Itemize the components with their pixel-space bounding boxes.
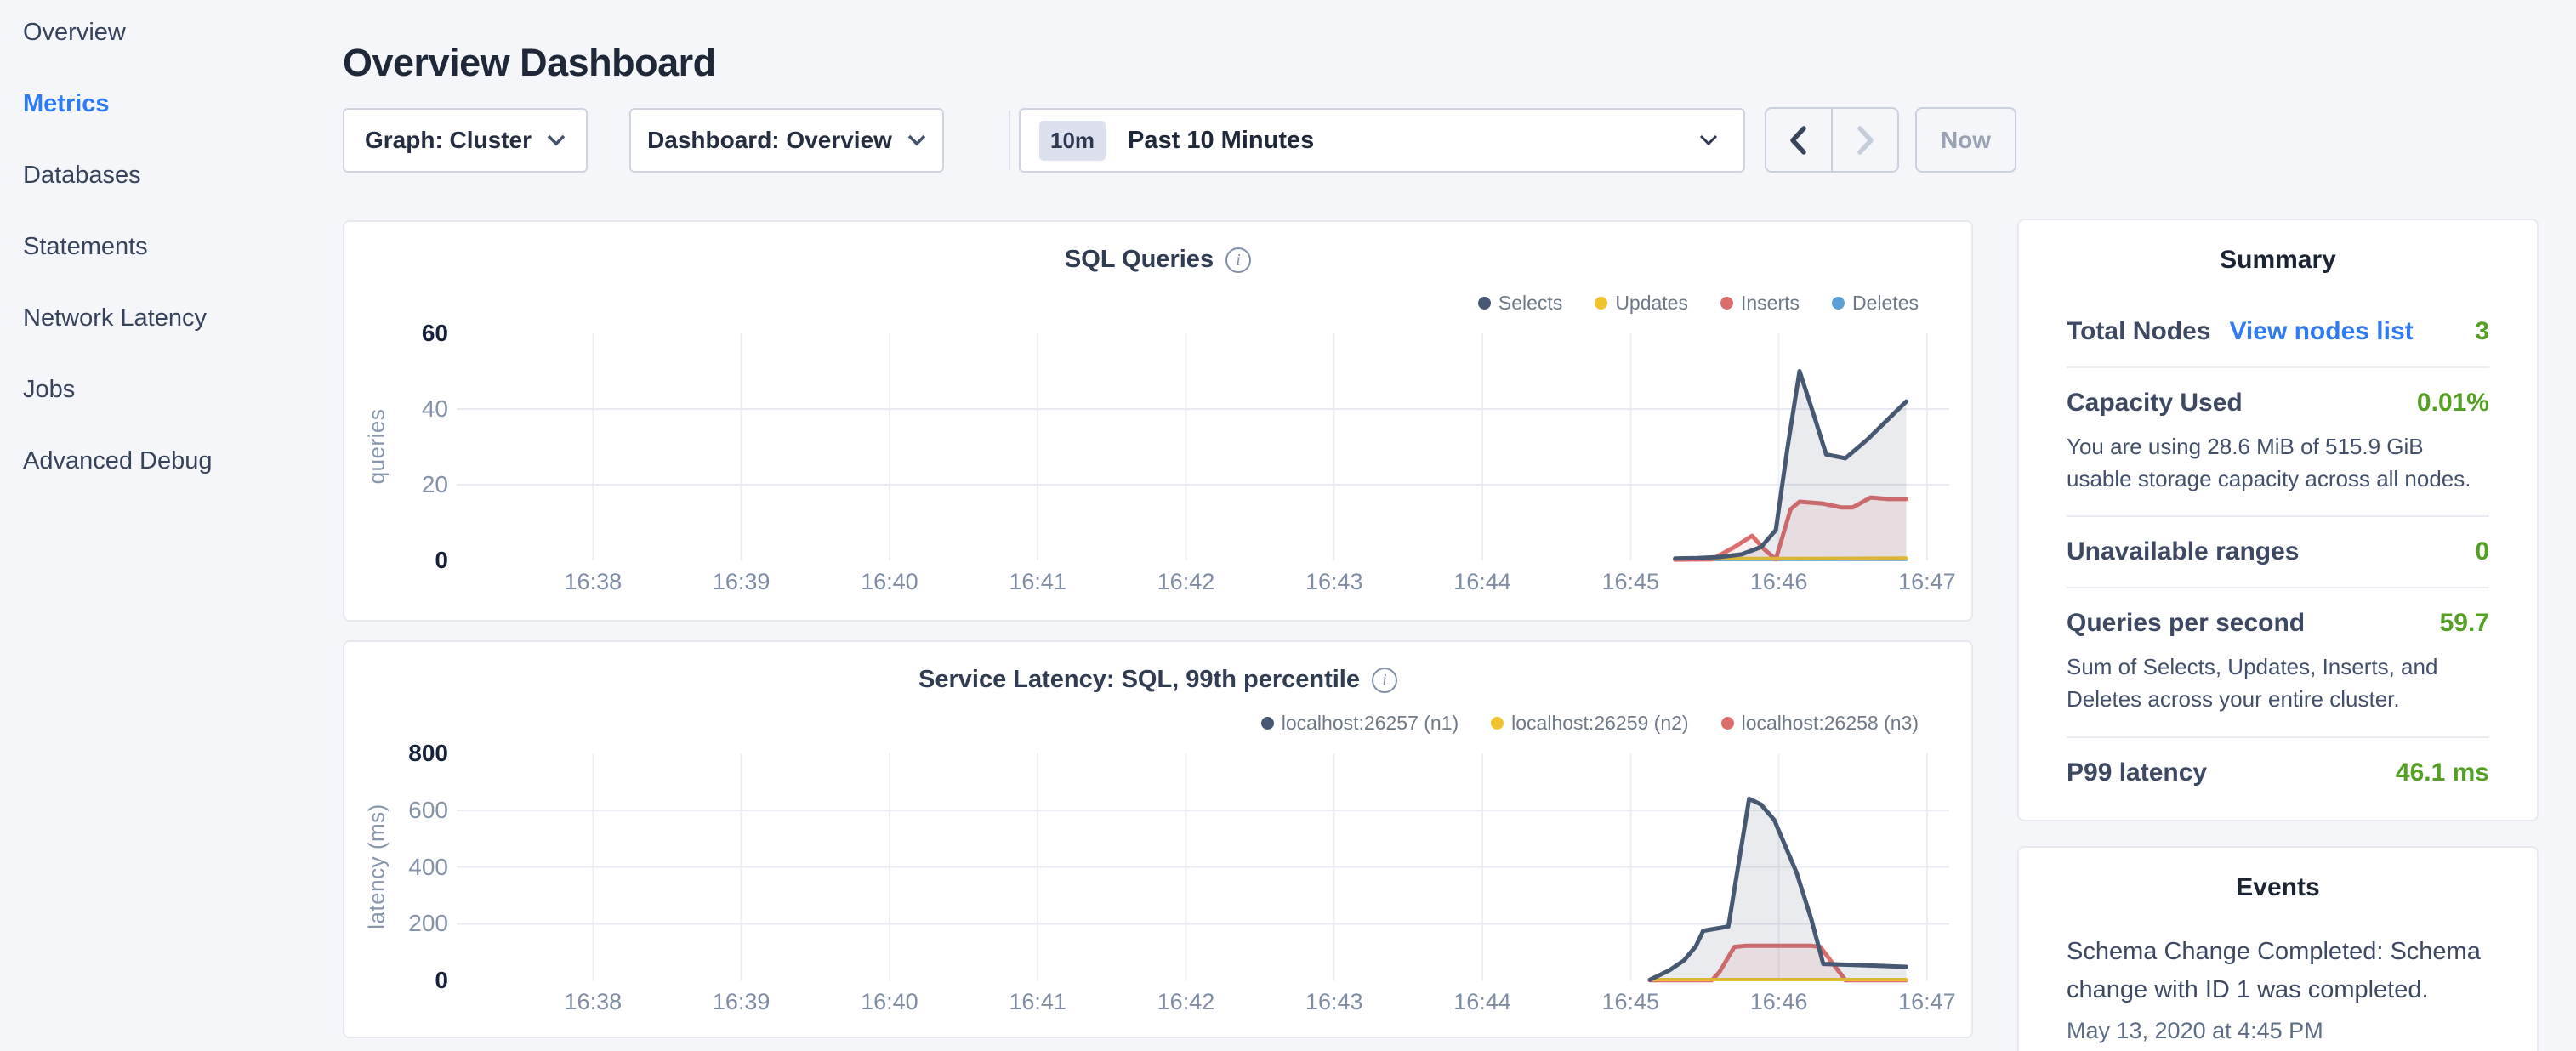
summary-row-value: 0.01% [2417, 389, 2489, 418]
summary-link-view-nodes-list[interactable]: View nodes list [2229, 317, 2413, 346]
summary-panel: Summary Total Nodes View nodes list 3 Capac… [2017, 219, 2539, 821]
db-console-page: Overview Metrics Databases Statements Networ… [0, 0, 2576, 1051]
chevron-down-icon [547, 134, 566, 146]
summary-row-label: Queries per second [2067, 609, 2305, 638]
summary-row-label: P99 latency [2067, 758, 2207, 787]
summary-row-total-nodes: Total Nodes View nodes list 3 [2067, 297, 2489, 368]
summary-row-subtext: Sum of Selects, Updates, Inserts, and De… [2067, 651, 2489, 715]
summary-row-queries-per-second: Queries per second 59.7 Sum of Selects, Up… [2067, 588, 2489, 737]
summary-row-unavailable-ranges: Unavailable ranges 0 [2067, 517, 2489, 588]
time-range-label: Past 10 Minutes [1128, 127, 1699, 155]
chevron-right-icon [1853, 122, 1877, 158]
sql-queries-chart-card: SQL Queries i SelectsUpdatesInsertsDelet… [343, 220, 1973, 622]
prev-range-button[interactable] [1766, 109, 1831, 171]
summary-rows: Total Nodes View nodes list 3 Capacity Used… [2067, 297, 2489, 808]
event-timestamp: May 13, 2020 at 4:45 PM [2067, 1018, 2489, 1044]
service-latency-chart-card: Service Latency: SQL, 99th percentile i … [343, 640, 1973, 1038]
next-range-button[interactable] [1831, 109, 1897, 171]
sidebar-item-overview[interactable]: Overview [23, 19, 340, 47]
summary-row-subtext: You are using 28.6 MiB of 515.9 GiB usab… [2067, 431, 2489, 495]
chart-plot-area[interactable] [344, 642, 1973, 1038]
event-item: Schema Change Completed: Schema change w… [2067, 933, 2489, 1044]
chart-plot [344, 642, 1971, 1037]
event-text: Schema Change Completed: Schema change w… [2067, 933, 2489, 1009]
events-list: Schema Change Completed: Schema change w… [2019, 933, 2537, 1044]
events-title: Events [2019, 873, 2537, 902]
time-range-selector[interactable]: 10m Past 10 Minutes [1019, 108, 1745, 173]
graph-scope-label: Graph: Cluster [365, 127, 532, 154]
sidebar-item-statements[interactable]: Statements [23, 233, 340, 261]
time-pager [1765, 107, 1899, 173]
toolbar-divider [1009, 111, 1010, 170]
sidebar-nav: Overview Metrics Databases Statements Networ… [0, 0, 340, 519]
sidebar-item-network-latency[interactable]: Network Latency [23, 304, 340, 332]
chevron-down-icon [1699, 134, 1718, 146]
dashboard-dropdown[interactable]: Dashboard: Overview [629, 108, 944, 173]
sidebar-item-advanced-debug[interactable]: Advanced Debug [23, 447, 340, 475]
summary-row-label: Unavailable ranges [2067, 537, 2299, 566]
sidebar-item-jobs[interactable]: Jobs [23, 376, 340, 404]
graph-scope-dropdown[interactable]: Graph: Cluster [343, 108, 588, 173]
chart-plot-area[interactable] [344, 222, 1973, 622]
summary-row-value: 3 [2475, 317, 2489, 346]
time-range-badge: 10m [1039, 121, 1106, 161]
summary-row-label: Capacity Used [2067, 389, 2243, 418]
summary-row-capacity-used: Capacity Used 0.01% You are using 28.6 MiB… [2067, 368, 2489, 517]
page-title: Overview Dashboard [343, 41, 716, 85]
summary-row-label: Total Nodes [2067, 317, 2210, 346]
chart-plot [344, 222, 1971, 620]
summary-row-value: 59.7 [2440, 609, 2489, 638]
sidebar-item-databases[interactable]: Databases [23, 162, 340, 190]
dashboard-label: Dashboard: Overview [647, 127, 892, 154]
events-panel: Events Schema Change Completed: Schema c… [2017, 846, 2539, 1051]
summary-row-p99-latency: P99 latency 46.1 ms [2067, 738, 2489, 808]
sidebar-item-metrics[interactable]: Metrics [23, 90, 340, 118]
summary-row-value: 0 [2475, 537, 2489, 566]
now-button[interactable]: Now [1915, 107, 2016, 173]
summary-title: Summary [2019, 246, 2537, 275]
summary-row-value: 46.1 ms [2396, 758, 2489, 787]
chevron-left-icon [1787, 122, 1811, 158]
chevron-down-icon [907, 134, 926, 146]
